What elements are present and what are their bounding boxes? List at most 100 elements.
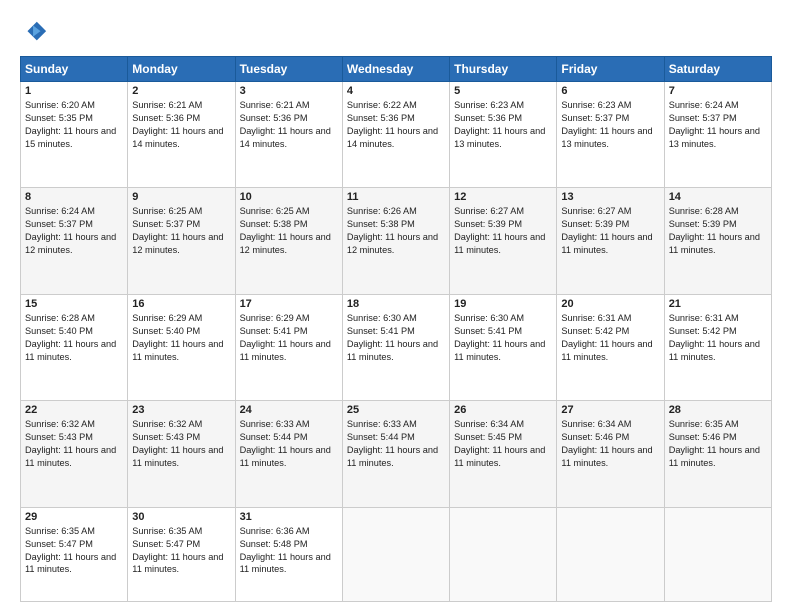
day-detail: Sunrise: 6:33 AMSunset: 5:44 PMDaylight:… [347, 418, 445, 470]
day-detail: Sunrise: 6:21 AMSunset: 5:36 PMDaylight:… [132, 99, 230, 151]
calendar-weekday-saturday: Saturday [664, 57, 771, 82]
day-detail: Sunrise: 6:23 AMSunset: 5:37 PMDaylight:… [561, 99, 659, 151]
day-number: 23 [132, 404, 230, 416]
day-number: 18 [347, 298, 445, 310]
logo [20, 18, 52, 46]
day-detail: Sunrise: 6:29 AMSunset: 5:40 PMDaylight:… [132, 312, 230, 364]
calendar-weekday-monday: Monday [128, 57, 235, 82]
header [20, 18, 772, 46]
day-number: 15 [25, 298, 123, 310]
calendar-cell: 9 Sunrise: 6:25 AMSunset: 5:37 PMDaylight… [128, 188, 235, 294]
calendar-cell: 31Sunrise: 6:36 AMSunset: 5:48 PMDayligh… [235, 507, 342, 601]
calendar-cell: 1Sunrise: 6:20 AMSunset: 5:35 PMDaylight… [21, 82, 128, 188]
day-detail: Sunrise: 6:21 AMSunset: 5:36 PMDaylight:… [240, 99, 338, 151]
day-number: 24 [240, 404, 338, 416]
day-number: 4 [347, 85, 445, 97]
calendar-cell: 19 Sunrise: 6:30 AMSunset: 5:41 PMDayligh… [450, 294, 557, 400]
day-number: 8 [25, 191, 123, 203]
day-number: 21 [669, 298, 767, 310]
day-number: 13 [561, 191, 659, 203]
calendar-weekday-friday: Friday [557, 57, 664, 82]
day-detail: Sunrise: 6:26 AMSunset: 5:38 PMDaylight:… [347, 205, 445, 257]
calendar-cell: 27 Sunrise: 6:34 AMSunset: 5:46 PMDayligh… [557, 401, 664, 507]
day-number: 5 [454, 85, 552, 97]
calendar-cell: 2 Sunrise: 6:21 AMSunset: 5:36 PMDaylight… [128, 82, 235, 188]
calendar-cell: 30 Sunrise: 6:35 AMSunset: 5:47 PMDayligh… [128, 507, 235, 601]
calendar-cell: 13 Sunrise: 6:27 AMSunset: 5:39 PMDayligh… [557, 188, 664, 294]
calendar-cell: 29 Sunrise: 6:35 AMSunset: 5:47 PMDayligh… [21, 507, 128, 601]
calendar-cell: 26 Sunrise: 6:34 AMSunset: 5:45 PMDayligh… [450, 401, 557, 507]
day-detail: Sunrise: 6:35 AMSunset: 5:46 PMDaylight:… [669, 418, 767, 470]
calendar-cell: 11 Sunrise: 6:26 AMSunset: 5:38 PMDayligh… [342, 188, 449, 294]
day-detail: Sunrise: 6:28 AMSunset: 5:39 PMDaylight:… [669, 205, 767, 257]
day-detail: Sunrise: 6:25 AMSunset: 5:37 PMDaylight:… [132, 205, 230, 257]
day-detail: Sunrise: 6:24 AMSunset: 5:37 PMDaylight:… [669, 99, 767, 151]
calendar-cell: 3 Sunrise: 6:21 AMSunset: 5:36 PMDaylight… [235, 82, 342, 188]
day-number: 3 [240, 85, 338, 97]
day-detail: Sunrise: 6:31 AMSunset: 5:42 PMDaylight:… [561, 312, 659, 364]
calendar-cell: 16 Sunrise: 6:29 AMSunset: 5:40 PMDayligh… [128, 294, 235, 400]
day-detail: Sunrise: 6:35 AMSunset: 5:47 PMDaylight:… [25, 525, 123, 577]
day-detail: Sunrise: 6:34 AMSunset: 5:45 PMDaylight:… [454, 418, 552, 470]
calendar-weekday-tuesday: Tuesday [235, 57, 342, 82]
calendar-cell: 10 Sunrise: 6:25 AMSunset: 5:38 PMDayligh… [235, 188, 342, 294]
day-number: 14 [669, 191, 767, 203]
calendar-cell [450, 507, 557, 601]
calendar-cell: 6 Sunrise: 6:23 AMSunset: 5:37 PMDaylight… [557, 82, 664, 188]
calendar-cell: 5Sunrise: 6:23 AMSunset: 5:36 PMDaylight… [450, 82, 557, 188]
logo-icon [20, 18, 48, 46]
day-detail: Sunrise: 6:32 AMSunset: 5:43 PMDaylight:… [25, 418, 123, 470]
day-number: 28 [669, 404, 767, 416]
day-number: 26 [454, 404, 552, 416]
day-detail: Sunrise: 6:31 AMSunset: 5:42 PMDaylight:… [669, 312, 767, 364]
day-number: 20 [561, 298, 659, 310]
calendar-cell: 12 Sunrise: 6:27 AMSunset: 5:39 PMDayligh… [450, 188, 557, 294]
day-number: 30 [132, 511, 230, 523]
calendar-cell: 25Sunrise: 6:33 AMSunset: 5:44 PMDayligh… [342, 401, 449, 507]
day-detail: Sunrise: 6:32 AMSunset: 5:43 PMDaylight:… [132, 418, 230, 470]
calendar-cell [664, 507, 771, 601]
calendar-cell: 21 Sunrise: 6:31 AMSunset: 5:42 PMDayligh… [664, 294, 771, 400]
calendar-cell: 24 Sunrise: 6:33 AMSunset: 5:44 PMDayligh… [235, 401, 342, 507]
calendar-cell [342, 507, 449, 601]
day-detail: Sunrise: 6:20 AMSunset: 5:35 PMDaylight:… [25, 99, 123, 151]
calendar-cell: 20 Sunrise: 6:31 AMSunset: 5:42 PMDayligh… [557, 294, 664, 400]
day-detail: Sunrise: 6:27 AMSunset: 5:39 PMDaylight:… [454, 205, 552, 257]
calendar-cell: 17Sunrise: 6:29 AMSunset: 5:41 PMDayligh… [235, 294, 342, 400]
day-detail: Sunrise: 6:34 AMSunset: 5:46 PMDaylight:… [561, 418, 659, 470]
day-number: 19 [454, 298, 552, 310]
calendar-cell: 14 Sunrise: 6:28 AMSunset: 5:39 PMDayligh… [664, 188, 771, 294]
calendar-cell [557, 507, 664, 601]
day-number: 16 [132, 298, 230, 310]
day-number: 27 [561, 404, 659, 416]
calendar-cell: 18 Sunrise: 6:30 AMSunset: 5:41 PMDayligh… [342, 294, 449, 400]
day-detail: Sunrise: 6:36 AMSunset: 5:48 PMDaylight:… [240, 525, 338, 577]
day-number: 11 [347, 191, 445, 203]
day-detail: Sunrise: 6:30 AMSunset: 5:41 PMDaylight:… [454, 312, 552, 364]
calendar-cell: 8 Sunrise: 6:24 AMSunset: 5:37 PMDaylight… [21, 188, 128, 294]
day-number: 12 [454, 191, 552, 203]
day-detail: Sunrise: 6:27 AMSunset: 5:39 PMDaylight:… [561, 205, 659, 257]
day-detail: Sunrise: 6:24 AMSunset: 5:37 PMDaylight:… [25, 205, 123, 257]
day-number: 2 [132, 85, 230, 97]
day-number: 6 [561, 85, 659, 97]
calendar-weekday-wednesday: Wednesday [342, 57, 449, 82]
calendar-weekday-thursday: Thursday [450, 57, 557, 82]
page: SundayMondayTuesdayWednesdayThursdayFrid… [0, 0, 792, 612]
day-detail: Sunrise: 6:22 AMSunset: 5:36 PMDaylight:… [347, 99, 445, 151]
day-number: 17 [240, 298, 338, 310]
calendar-cell: 15 Sunrise: 6:28 AMSunset: 5:40 PMDayligh… [21, 294, 128, 400]
day-number: 29 [25, 511, 123, 523]
calendar-cell: 28 Sunrise: 6:35 AMSunset: 5:46 PMDayligh… [664, 401, 771, 507]
day-number: 10 [240, 191, 338, 203]
calendar-cell: 4 Sunrise: 6:22 AMSunset: 5:36 PMDaylight… [342, 82, 449, 188]
day-detail: Sunrise: 6:28 AMSunset: 5:40 PMDaylight:… [25, 312, 123, 364]
calendar-cell: 23 Sunrise: 6:32 AMSunset: 5:43 PMDayligh… [128, 401, 235, 507]
day-detail: Sunrise: 6:30 AMSunset: 5:41 PMDaylight:… [347, 312, 445, 364]
day-detail: Sunrise: 6:25 AMSunset: 5:38 PMDaylight:… [240, 205, 338, 257]
day-detail: Sunrise: 6:33 AMSunset: 5:44 PMDaylight:… [240, 418, 338, 470]
calendar-cell: 7 Sunrise: 6:24 AMSunset: 5:37 PMDaylight… [664, 82, 771, 188]
day-detail: Sunrise: 6:35 AMSunset: 5:47 PMDaylight:… [132, 525, 230, 577]
day-number: 9 [132, 191, 230, 203]
day-number: 7 [669, 85, 767, 97]
